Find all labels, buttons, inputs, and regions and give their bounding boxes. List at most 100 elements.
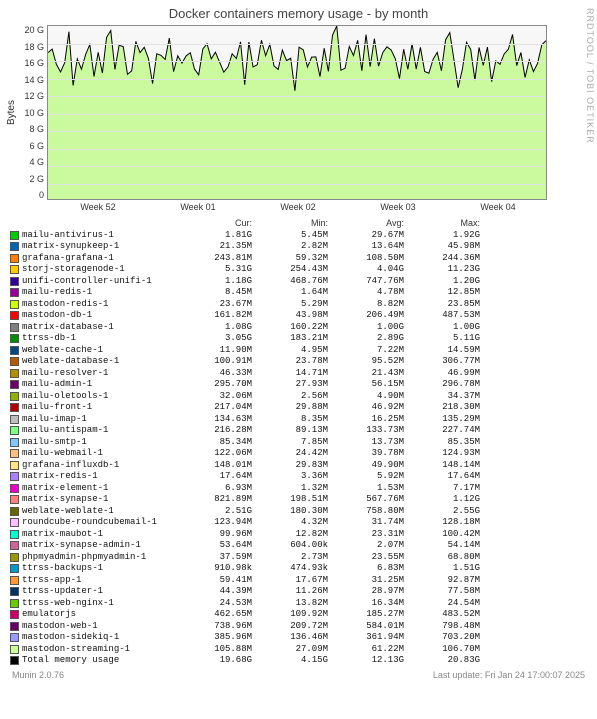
series-cur: 122.06M	[176, 448, 252, 460]
legend-swatch	[10, 323, 19, 332]
legend-row: mailu-smtp-185.34M7.85M13.73M85.35M	[10, 437, 587, 449]
series-cur: 216.28M	[176, 425, 252, 437]
y-axis-ticks: 20 G18 G16 G14 G12 G10 G8 G6 G4 G2 G0	[19, 25, 47, 200]
legend-swatch	[10, 507, 19, 516]
series-max: 77.58M	[404, 586, 480, 598]
legend-row: weblate-database-1100.91M23.78M95.52M306…	[10, 356, 587, 368]
legend-row: matrix-synapse-1821.89M198.51M567.76M1.1…	[10, 494, 587, 506]
series-name: weblate-weblate-1	[22, 506, 176, 518]
legend-swatch	[10, 380, 19, 389]
legend-row: matrix-maubot-199.96M12.82M23.31M100.42M	[10, 529, 587, 541]
series-avg: 4.78M	[328, 287, 404, 299]
series-avg: 61.22M	[328, 644, 404, 656]
series-avg: 5.92M	[328, 471, 404, 483]
series-cur: 738.96M	[176, 621, 252, 633]
series-min: 209.72M	[252, 621, 328, 633]
legend-row: unifi-controller-unifi-11.18G468.76M747.…	[10, 276, 587, 288]
series-max: 244.36M	[404, 253, 480, 265]
series-max: 20.83G	[404, 655, 480, 667]
series-name: mailu-front-1	[22, 402, 176, 414]
series-min: 11.26M	[252, 586, 328, 598]
legend-row: ttrss-updater-144.39M11.26M28.97M77.58M	[10, 586, 587, 598]
legend-swatch	[10, 576, 19, 585]
series-cur: 217.04M	[176, 402, 252, 414]
series-name: mailu-antispam-1	[22, 425, 176, 437]
series-max: 227.74M	[404, 425, 480, 437]
legend-row: matrix-synupkeep-121.35M2.82M13.64M45.98…	[10, 241, 587, 253]
chart-plot	[47, 25, 547, 200]
legend-row: emulatorjs462.65M109.92M185.27M483.52M	[10, 609, 587, 621]
series-max: 483.52M	[404, 609, 480, 621]
series-avg: 12.13G	[328, 655, 404, 667]
legend-row: ttrss-backups-1910.98k474.93k6.83M1.51G	[10, 563, 587, 575]
series-max: 2.55G	[404, 506, 480, 518]
series-name: grafana-grafana-1	[22, 253, 176, 265]
series-min: 14.71M	[252, 368, 328, 380]
legend-swatch	[10, 449, 19, 458]
series-name: unifi-controller-unifi-1	[22, 276, 176, 288]
series-max: 34.37M	[404, 391, 480, 403]
series-avg: 13.64M	[328, 241, 404, 253]
legend-swatch	[10, 599, 19, 608]
series-cur: 17.64M	[176, 471, 252, 483]
series-name: mastodon-web-1	[22, 621, 176, 633]
series-name: roundcube-roundcubemail-1	[22, 517, 176, 529]
series-name: matrix-maubot-1	[22, 529, 176, 541]
legend-row: ttrss-web-nginx-124.53M13.82M16.34M24.54…	[10, 598, 587, 610]
legend-row: matrix-database-11.08G160.22M1.00G1.00G	[10, 322, 587, 334]
legend-swatch	[10, 530, 19, 539]
legend-swatch	[10, 518, 19, 527]
series-avg: 361.94M	[328, 632, 404, 644]
series-avg: 29.67M	[328, 230, 404, 242]
series-min: 604.00k	[252, 540, 328, 552]
series-cur: 46.33M	[176, 368, 252, 380]
series-avg: 4.90M	[328, 391, 404, 403]
series-min: 4.95M	[252, 345, 328, 357]
legend-swatch	[10, 311, 19, 320]
legend-swatch	[10, 426, 19, 435]
series-name: Total memory usage	[22, 655, 176, 667]
series-name: mastodon-streaming-1	[22, 644, 176, 656]
legend-swatch	[10, 403, 19, 412]
legend-row: Total memory usage19.68G4.15G12.13G20.83…	[10, 655, 587, 667]
legend-swatch	[10, 254, 19, 263]
series-cur: 910.98k	[176, 563, 252, 575]
legend-row: mailu-front-1217.04M29.88M46.92M218.30M	[10, 402, 587, 414]
legend-swatch	[10, 265, 19, 274]
series-min: 7.85M	[252, 437, 328, 449]
series-max: 7.17M	[404, 483, 480, 495]
series-min: 23.78M	[252, 356, 328, 368]
series-name: mastodon-db-1	[22, 310, 176, 322]
series-avg: 2.07M	[328, 540, 404, 552]
series-name: mailu-webmail-1	[22, 448, 176, 460]
series-min: 27.09M	[252, 644, 328, 656]
legend-swatch	[10, 277, 19, 286]
series-min: 27.93M	[252, 379, 328, 391]
series-cur: 385.96M	[176, 632, 252, 644]
series-max: 296.78M	[404, 379, 480, 391]
legend-row: mailu-admin-1295.70M27.93M56.15M296.78M	[10, 379, 587, 391]
legend-swatch	[10, 231, 19, 240]
legend-swatch	[10, 369, 19, 378]
series-cur: 243.81M	[176, 253, 252, 265]
series-name: ttrss-db-1	[22, 333, 176, 345]
legend-row: mailu-antispam-1216.28M89.13M133.73M227.…	[10, 425, 587, 437]
series-max: 106.70M	[404, 644, 480, 656]
series-avg: 584.01M	[328, 621, 404, 633]
series-max: 24.54M	[404, 598, 480, 610]
series-name: grafana-influxdb-1	[22, 460, 176, 472]
legend-row: ttrss-db-13.05G183.21M2.89G5.11G	[10, 333, 587, 345]
series-cur: 821.89M	[176, 494, 252, 506]
legend-row: weblate-weblate-12.51G180.30M758.80M2.55…	[10, 506, 587, 518]
series-name: weblate-database-1	[22, 356, 176, 368]
legend-header: Cur: Min: Avg: Max:	[10, 218, 587, 230]
series-cur: 99.96M	[176, 529, 252, 541]
legend-row: mailu-antivirus-11.81G5.45M29.67M1.92G	[10, 230, 587, 242]
legend-swatch	[10, 357, 19, 366]
series-name: emulatorjs	[22, 609, 176, 621]
series-avg: 31.74M	[328, 517, 404, 529]
chart-title: Docker containers memory usage - by mont…	[6, 6, 591, 21]
series-cur: 3.05G	[176, 333, 252, 345]
series-avg: 49.90M	[328, 460, 404, 472]
series-cur: 2.51G	[176, 506, 252, 518]
